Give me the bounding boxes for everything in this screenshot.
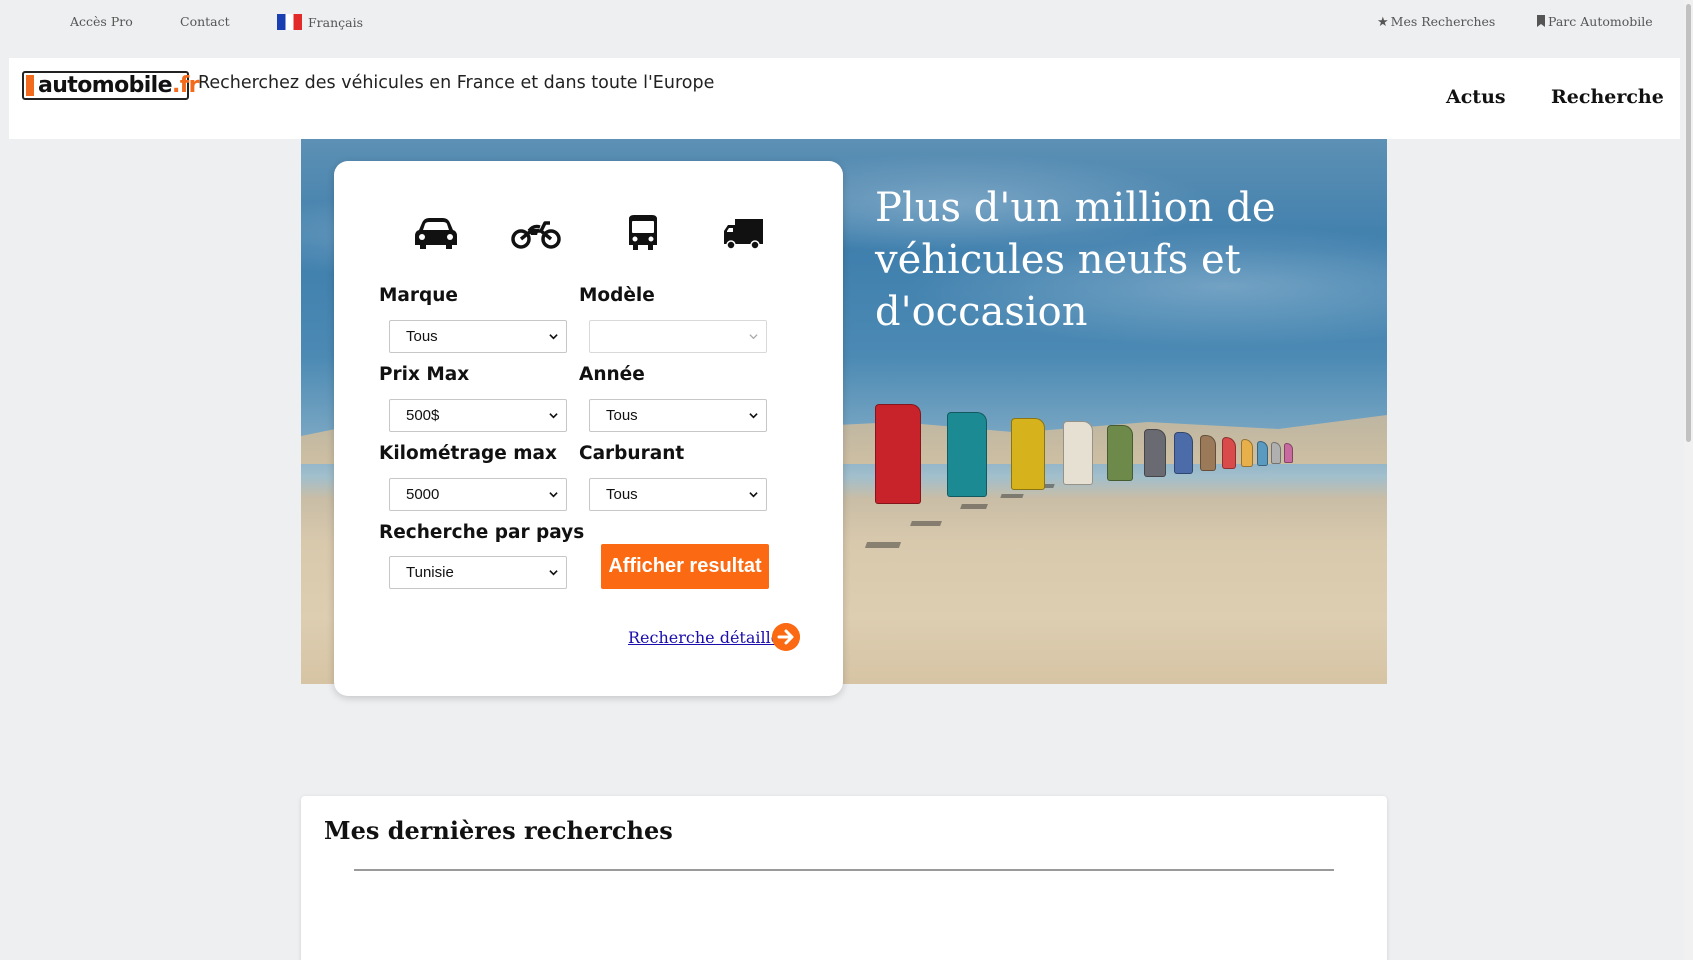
chevron-down-icon bbox=[549, 570, 558, 576]
site-tagline: Recherchez des véhicules en France et da… bbox=[198, 73, 715, 93]
chevron-down-icon bbox=[749, 334, 758, 340]
afficher-resultat-button[interactable]: Afficher resultat bbox=[601, 544, 769, 589]
grey-door bbox=[1144, 429, 1166, 477]
bus-icon[interactable] bbox=[618, 213, 668, 253]
blue-door bbox=[1174, 432, 1193, 474]
logo-main-text: automobile bbox=[38, 73, 173, 98]
bookmark-icon bbox=[1537, 15, 1545, 27]
annee-select[interactable]: Tous bbox=[589, 399, 767, 432]
pays-select[interactable]: Tunisie bbox=[389, 556, 567, 589]
small-pink-door bbox=[1284, 443, 1293, 463]
language-selector[interactable]: Français bbox=[277, 14, 363, 30]
modele-select[interactable] bbox=[589, 320, 767, 353]
car-icon[interactable] bbox=[411, 213, 461, 253]
chevron-down-icon bbox=[549, 334, 558, 340]
prix-max-select[interactable]: 500$ bbox=[389, 399, 567, 432]
kilometrage-value: 5000 bbox=[406, 486, 440, 503]
contact-link[interactable]: Contact bbox=[180, 14, 230, 29]
marque-value: Tous bbox=[406, 328, 438, 345]
french-flag-icon bbox=[277, 14, 302, 30]
recent-searches-title: Mes dernières recherches bbox=[324, 816, 673, 845]
chevron-down-icon bbox=[749, 413, 758, 419]
pays-value: Tunisie bbox=[406, 564, 454, 581]
door-shadow bbox=[960, 504, 988, 509]
truck-icon[interactable] bbox=[719, 213, 769, 253]
top-utility-bar: Accès Pro Contact Français ★ Mes Recherch… bbox=[0, 0, 1693, 54]
white-door bbox=[1063, 421, 1093, 485]
language-label: Français bbox=[308, 15, 364, 30]
site-header: automobile.fr Recherchez des véhicules e… bbox=[9, 58, 1680, 139]
nav-actus[interactable]: Actus bbox=[1446, 86, 1506, 108]
door-shadow bbox=[864, 542, 902, 548]
red-door bbox=[875, 404, 921, 504]
star-icon: ★ bbox=[1377, 15, 1389, 30]
kilometrage-select[interactable]: 5000 bbox=[389, 478, 567, 511]
mes-recherches-label: Mes Recherches bbox=[1390, 14, 1496, 29]
logo-tld-text: .fr bbox=[171, 73, 200, 98]
divider bbox=[354, 869, 1334, 871]
prix-max-label: Prix Max bbox=[379, 364, 470, 385]
annee-value: Tous bbox=[606, 407, 638, 424]
modele-label: Modèle bbox=[579, 285, 655, 306]
door-shadow bbox=[1000, 494, 1024, 498]
arrow-right-circle-icon[interactable] bbox=[772, 623, 800, 651]
carburant-select[interactable]: Tous bbox=[589, 478, 767, 511]
teal-door bbox=[947, 412, 987, 497]
small-blue-door bbox=[1257, 441, 1268, 466]
annee-label: Année bbox=[579, 364, 645, 385]
mes-recherches-link[interactable]: ★ Mes Recherches bbox=[1377, 14, 1495, 30]
carburant-label: Carburant bbox=[579, 443, 685, 464]
site-logo[interactable]: automobile.fr bbox=[22, 71, 200, 100]
page-scrollbar[interactable] bbox=[1684, 0, 1693, 960]
marque-label: Marque bbox=[379, 285, 458, 306]
brown-door bbox=[1200, 435, 1216, 471]
small-grey-door bbox=[1271, 442, 1281, 464]
green-door bbox=[1107, 425, 1133, 481]
search-card: Marque Modèle Tous Prix Max Année 500$ T… bbox=[334, 161, 843, 696]
scrollbar-thumb[interactable] bbox=[1686, 4, 1691, 442]
recherche-detaillee-link[interactable]: Recherche détaillée bbox=[628, 628, 790, 647]
kilometrage-label: Kilométrage max bbox=[379, 443, 557, 464]
recent-searches-panel: Mes dernières recherches bbox=[301, 796, 1387, 960]
chevron-down-icon bbox=[549, 413, 558, 419]
acces-pro-link[interactable]: Accès Pro bbox=[70, 14, 133, 29]
parc-automobile-label: Parc Automobile bbox=[1548, 14, 1653, 29]
small-red-door bbox=[1222, 437, 1236, 469]
door-shadow bbox=[910, 521, 942, 526]
carburant-value: Tous bbox=[606, 486, 638, 503]
small-orange-door bbox=[1241, 439, 1253, 467]
prix-max-value: 500$ bbox=[406, 407, 440, 424]
pays-label: Recherche par pays bbox=[379, 522, 585, 543]
marque-select[interactable]: Tous bbox=[389, 320, 567, 353]
hero-title: Plus d'un million de véhicules neufs et … bbox=[875, 185, 1276, 335]
nav-recherche[interactable]: Recherche bbox=[1551, 86, 1664, 108]
parc-automobile-link[interactable]: Parc Automobile bbox=[1536, 14, 1653, 29]
yellow-door bbox=[1011, 418, 1045, 490]
chevron-down-icon bbox=[749, 492, 758, 498]
motorcycle-icon[interactable] bbox=[511, 213, 561, 253]
chevron-down-icon bbox=[549, 492, 558, 498]
